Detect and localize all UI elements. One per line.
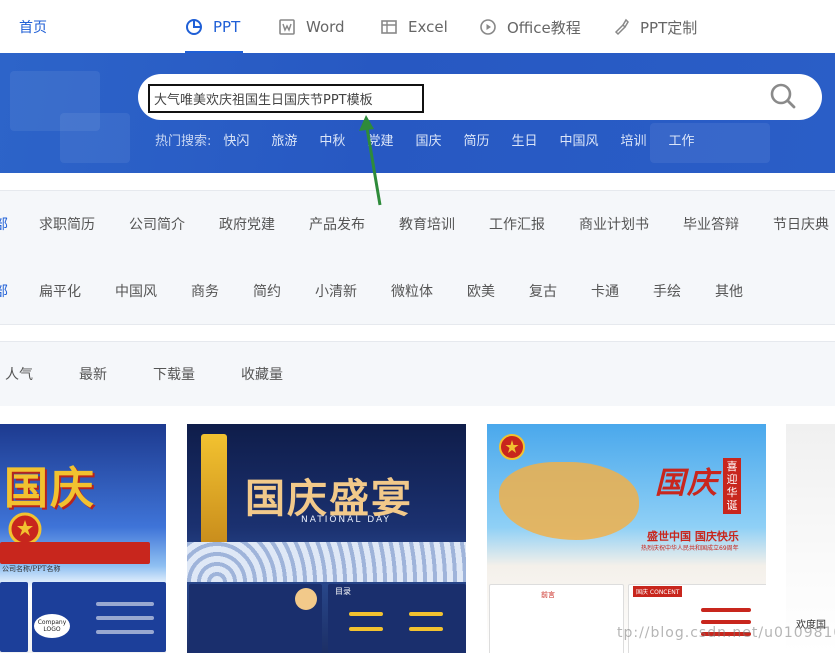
nav-excel[interactable]: Excel	[380, 15, 448, 39]
slide-preview	[0, 582, 28, 652]
style-item[interactable]: 复古	[529, 281, 557, 301]
moon-shape	[295, 588, 317, 610]
sort-favorites[interactable]: 收藏量	[241, 364, 283, 384]
style-item[interactable]: 卡通	[591, 281, 619, 301]
hot-keyword[interactable]: 旅游	[271, 130, 297, 149]
nav-ppt-custom-label: PPT定制	[640, 18, 698, 37]
category-item[interactable]: 教育培训	[399, 214, 455, 234]
style-item[interactable]: 其他	[715, 281, 743, 301]
sort-popular[interactable]: 人气	[5, 364, 33, 384]
company-logo-badge: Company LOGO	[34, 614, 70, 638]
hot-keyword[interactable]: 中秋	[319, 130, 345, 149]
nav-ppt-custom[interactable]: PPT定制	[612, 15, 697, 39]
filter-panel: 部 求职简历 公司简介 政府党建 产品发布 教育培训 工作汇报 商业计划书 毕业…	[0, 190, 835, 325]
toc-line	[349, 627, 383, 631]
category-item-cut[interactable]: 部	[0, 214, 8, 234]
hot-keyword[interactable]: 生日	[511, 130, 537, 149]
style-row: 部 扁平化 中国风 商务 简约 小清新 微粒体 欧美 复古 卡通 手绘 其他	[0, 281, 835, 305]
sort-panel: 人气 最新 下载量 收藏量	[0, 341, 835, 406]
slide-text-line	[701, 620, 751, 624]
template-thumbnail[interactable]: 欢度国	[786, 424, 835, 653]
style-item[interactable]: 小清新	[315, 281, 357, 301]
slide-preview	[489, 584, 624, 653]
category-item[interactable]: 求职简历	[39, 214, 95, 234]
search-input[interactable]	[148, 84, 424, 113]
thumbnail-subtitle: NATIONAL DAY	[301, 515, 391, 525]
section-label: 国庆 CONCENT	[633, 586, 683, 597]
hot-keyword[interactable]: 党建	[367, 130, 393, 149]
sort-latest[interactable]: 最新	[79, 364, 107, 384]
watermark-text: tp://blog.csdn.net/u010981013	[617, 625, 835, 641]
thumbnail-title: 盛世中国 国庆快乐	[647, 530, 739, 543]
nav-home-link[interactable]: 首页	[19, 17, 47, 37]
toc-line	[409, 612, 443, 616]
nav-office-tutorial[interactable]: Office教程	[479, 15, 581, 39]
red-ribbon	[0, 542, 150, 564]
category-row: 部 求职简历 公司简介 政府党建 产品发布 教育培训 工作汇报 商业计划书 毕业…	[0, 214, 835, 238]
hot-keyword[interactable]: 快闪	[223, 130, 249, 149]
category-item[interactable]: 节日庆典	[773, 214, 829, 234]
map-illustration	[499, 462, 639, 540]
style-item[interactable]: 商务	[191, 281, 219, 301]
nav-word-label: Word	[306, 18, 345, 36]
section-label: 前言	[541, 591, 555, 599]
category-item[interactable]: 产品发布	[309, 214, 365, 234]
top-navigation: 首页 PPT Word Excel Office教程 PPT定制	[0, 0, 835, 53]
search-button[interactable]	[766, 82, 800, 114]
hot-search-label: 热门搜索:	[155, 133, 212, 149]
hot-keyword[interactable]: 中国风	[560, 130, 599, 149]
hot-keyword[interactable]: 工作	[669, 130, 695, 149]
sort-row: 人气 最新 下载量 收藏量	[0, 364, 835, 388]
toc-line	[349, 612, 383, 616]
style-item[interactable]: 手绘	[653, 281, 681, 301]
nav-excel-label: Excel	[408, 18, 448, 36]
thumbnail-calligraphy: 国庆	[655, 466, 719, 501]
table-grid-icon	[380, 18, 398, 36]
brush-icon	[612, 18, 630, 36]
thumbnail-badge: 喜迎华诞	[723, 458, 741, 514]
hot-keyword[interactable]: 国庆	[415, 130, 441, 149]
category-item[interactable]: 公司简介	[129, 214, 185, 234]
thumbnail-caption: 公司名称/PPT名称	[2, 565, 61, 573]
thumbnail-title: 国庆	[4, 463, 96, 514]
style-item[interactable]: 中国风	[115, 281, 157, 301]
toc-label: 目录	[335, 587, 351, 596]
toc-line	[409, 627, 443, 631]
slide-text-line	[96, 630, 154, 634]
nav-word[interactable]: Word	[278, 15, 345, 39]
hot-search-row: 热门搜索: 快闪 旅游 中秋 党建 国庆 简历 生日 中国风 培训 工作	[155, 129, 717, 149]
emblem-icon	[499, 434, 525, 464]
category-item[interactable]: 政府党建	[219, 214, 275, 234]
style-item[interactable]: 欧美	[467, 281, 495, 301]
play-circle-icon	[479, 18, 497, 36]
template-thumbnail[interactable]: 国庆 喜迎华诞 盛世中国 国庆快乐 热烈庆祝中华人民共和国成立69周年 前言 国…	[487, 424, 766, 653]
slide-text-line	[701, 608, 751, 612]
hot-keyword[interactable]: 培训	[621, 130, 647, 149]
style-item-cut[interactable]: 部	[0, 281, 8, 301]
category-item[interactable]: 工作汇报	[489, 214, 545, 234]
sort-downloads[interactable]: 下载量	[153, 364, 195, 384]
hot-keyword[interactable]: 简历	[463, 130, 489, 149]
nav-ppt-label: PPT	[213, 18, 241, 36]
category-item[interactable]: 毕业答辩	[683, 214, 739, 234]
style-item[interactable]: 简约	[253, 281, 281, 301]
thumbnail-subtitle: 热烈庆祝中华人民共和国成立69周年	[641, 545, 739, 552]
column-illustration	[201, 434, 227, 544]
style-item[interactable]: 微粒体	[391, 281, 433, 301]
wave-pattern	[187, 542, 466, 582]
template-thumbnail[interactable]: 国庆 公司名称/PPT名称 Company LOGO	[0, 424, 166, 653]
style-item[interactable]: 扁平化	[39, 281, 81, 301]
nav-office-tutorial-label: Office教程	[507, 18, 581, 37]
search-icon	[769, 82, 797, 114]
nav-ppt[interactable]: PPT	[185, 15, 240, 39]
word-doc-icon	[278, 18, 296, 36]
pie-chart-icon	[185, 18, 203, 36]
category-item[interactable]: 商业计划书	[579, 214, 649, 234]
slide-text-line	[96, 616, 154, 620]
banner-decoration	[60, 113, 130, 163]
template-thumbnail[interactable]: 国庆盛宴 NATIONAL DAY 目录	[187, 424, 466, 653]
slide-text-line	[96, 602, 154, 606]
